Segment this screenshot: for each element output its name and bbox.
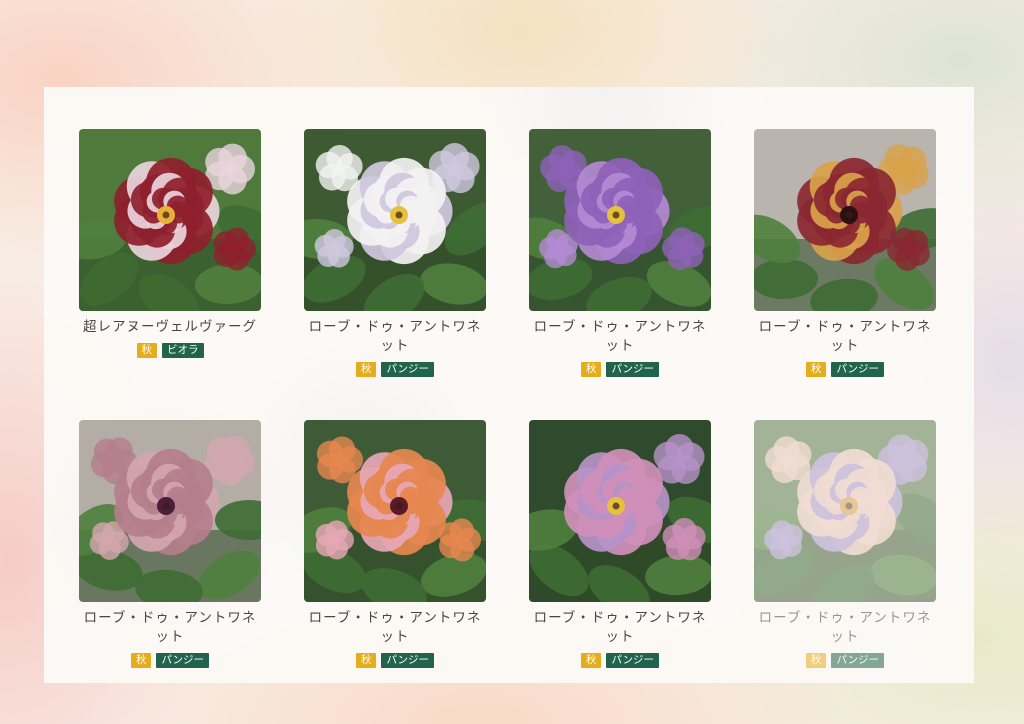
- product-card[interactable]: ローブ・ドゥ・アントワネット 秋 パンジー: [304, 420, 486, 668]
- season-tag[interactable]: 秋: [130, 653, 152, 668]
- orange-pink-pansy-photo: [304, 420, 486, 602]
- product-card[interactable]: ローブ・ドゥ・アントワネット 秋 パンジー: [754, 420, 936, 668]
- product-card[interactable]: ローブ・ドゥ・アントワネット 秋 パンジー: [754, 129, 936, 377]
- category-tag[interactable]: パンジー: [156, 653, 210, 668]
- season-tag[interactable]: 秋: [355, 362, 377, 377]
- product-photo[interactable]: [754, 129, 936, 311]
- product-photo[interactable]: [304, 420, 486, 602]
- white-ruffled-pansy-photo: [304, 129, 486, 311]
- product-name[interactable]: ローブ・ドゥ・アントワネット: [304, 609, 486, 647]
- product-tags: 秋 パンジー: [529, 653, 711, 668]
- product-tags: 秋 パンジー: [304, 362, 486, 377]
- burgundy-gold-pansy-photo: [754, 129, 936, 311]
- category-tag[interactable]: パンジー: [381, 653, 435, 668]
- category-tag[interactable]: パンジー: [831, 362, 885, 377]
- category-tag[interactable]: パンジー: [606, 362, 660, 377]
- product-name[interactable]: ローブ・ドゥ・アントワネット: [754, 609, 936, 647]
- purple-ruffled-pansy-photo: [529, 129, 711, 311]
- category-tag[interactable]: ビオラ: [162, 343, 204, 358]
- product-photo[interactable]: [529, 129, 711, 311]
- season-tag[interactable]: 秋: [136, 343, 157, 358]
- category-tag[interactable]: パンジー: [606, 653, 660, 668]
- product-card[interactable]: ローブ・ドゥ・アントワネット 秋 パンジー: [79, 420, 261, 668]
- category-tag[interactable]: パンジー: [381, 362, 435, 377]
- product-photo[interactable]: [754, 420, 936, 602]
- product-name[interactable]: ローブ・ドゥ・アントワネット: [79, 609, 261, 647]
- product-photo[interactable]: [304, 129, 486, 311]
- viola-red-white-photo: [79, 129, 261, 311]
- product-tags: 秋 ビオラ: [79, 343, 261, 358]
- season-tag[interactable]: 秋: [580, 362, 602, 377]
- product-card[interactable]: ローブ・ドゥ・アントワネット 秋 パンジー: [529, 420, 711, 668]
- product-photo[interactable]: [79, 129, 261, 311]
- season-tag[interactable]: 秋: [805, 653, 827, 668]
- product-tags: 秋 パンジー: [79, 653, 261, 668]
- product-tags: 秋 パンジー: [754, 653, 936, 668]
- product-panel: 超レアヌーヴェルヴァーグ 秋 ビオラ ローブ・ドゥ・アントワネット 秋 パンジー…: [44, 87, 974, 683]
- product-tags: 秋 パンジー: [754, 362, 936, 377]
- mauve-pink-pansy-photo: [79, 420, 261, 602]
- product-tags: 秋 パンジー: [304, 653, 486, 668]
- product-tags: 秋 パンジー: [529, 362, 711, 377]
- product-name[interactable]: ローブ・ドゥ・アントワネット: [754, 318, 936, 356]
- category-tag[interactable]: パンジー: [831, 653, 885, 668]
- product-card[interactable]: ローブ・ドゥ・アントワネット 秋 パンジー: [529, 129, 711, 377]
- season-tag[interactable]: 秋: [355, 653, 377, 668]
- product-photo[interactable]: [529, 420, 711, 602]
- pink-lavender-pansy-photo: [529, 420, 711, 602]
- season-tag[interactable]: 秋: [805, 362, 827, 377]
- product-name[interactable]: ローブ・ドゥ・アントワネット: [304, 318, 486, 356]
- product-card[interactable]: 超レアヌーヴェルヴァーグ 秋 ビオラ: [79, 129, 261, 358]
- peach-lavender-pansy-photo: [754, 420, 936, 602]
- product-name[interactable]: ローブ・ドゥ・アントワネット: [529, 318, 711, 356]
- product-name[interactable]: 超レアヌーヴェルヴァーグ: [79, 318, 261, 337]
- product-card[interactable]: ローブ・ドゥ・アントワネット 秋 パンジー: [304, 129, 486, 377]
- season-tag[interactable]: 秋: [580, 653, 602, 668]
- product-name[interactable]: ローブ・ドゥ・アントワネット: [529, 609, 711, 647]
- product-photo[interactable]: [79, 420, 261, 602]
